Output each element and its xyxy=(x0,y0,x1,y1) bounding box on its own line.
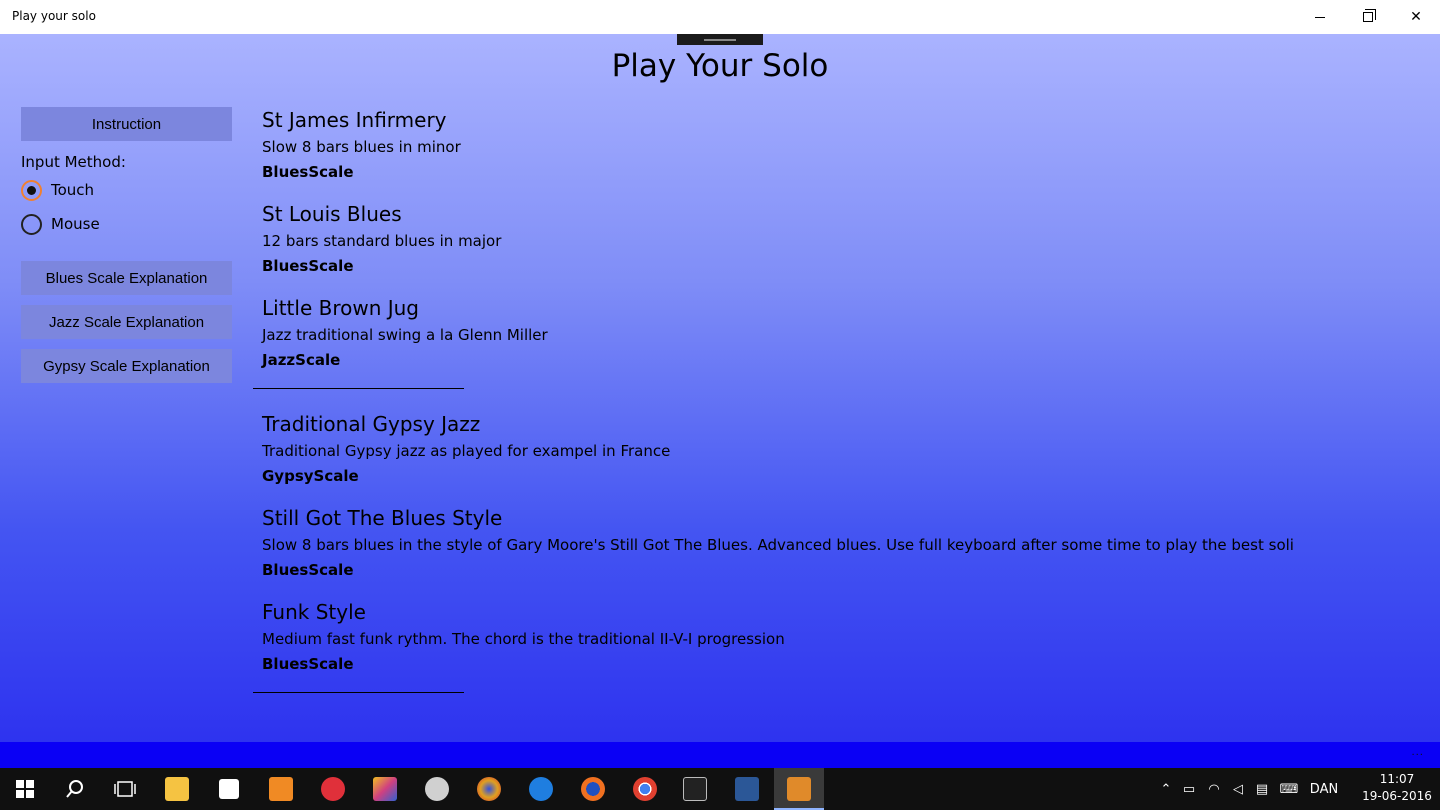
song-description: Jazz traditional swing a la Glenn Miller xyxy=(262,326,548,344)
color-app-icon[interactable] xyxy=(464,768,514,810)
close-icon: ✕ xyxy=(1410,9,1422,25)
song-item[interactable]: Funk Style Medium fast funk rythm. The c… xyxy=(262,598,785,675)
radio-touch[interactable]: Touch xyxy=(21,178,94,202)
firefox-icon[interactable] xyxy=(568,768,618,810)
song-title: Still Got The Blues Style xyxy=(262,506,503,530)
page-title: Play Your Solo xyxy=(611,48,829,84)
song-item[interactable]: Little Brown Jug Jazz traditional swing … xyxy=(262,294,548,371)
restore-button[interactable] xyxy=(1344,0,1392,34)
song-description: Traditional Gypsy jazz as played for exa… xyxy=(262,442,671,460)
app-red-icon[interactable] xyxy=(308,768,358,810)
song-item[interactable]: St Louis Blues 12 bars standard blues in… xyxy=(262,200,501,277)
song-scale: BluesScale xyxy=(262,257,354,275)
song-title: St James Infirmery xyxy=(262,108,447,132)
volume-icon[interactable]: ◁ xyxy=(1226,782,1250,797)
song-title: St Louis Blues xyxy=(262,202,402,226)
song-title: Funk Style xyxy=(262,600,366,624)
divider xyxy=(253,388,464,389)
clock[interactable]: 11:07 19-06-2016 xyxy=(1362,771,1432,805)
grip-icon xyxy=(704,39,736,41)
song-scale: BluesScale xyxy=(262,163,354,181)
jazz-scale-explanation-button[interactable]: Jazz Scale Explanation xyxy=(21,305,232,339)
close-button[interactable]: ✕ xyxy=(1392,0,1440,34)
app-content: Play Your Solo Instruction Input Method:… xyxy=(0,34,1440,742)
song-title: Little Brown Jug xyxy=(262,296,420,320)
clock-date: 19-06-2016 xyxy=(1362,789,1432,803)
divider xyxy=(253,692,464,693)
edge-icon[interactable] xyxy=(516,768,566,810)
drag-handle[interactable] xyxy=(677,34,763,45)
title-bar: Play your solo ✕ xyxy=(0,0,1440,34)
minimize-button[interactable] xyxy=(1296,0,1344,34)
window-title: Play your solo xyxy=(12,9,96,23)
play-your-solo-icon[interactable] xyxy=(774,768,824,810)
radio-checked-icon[interactable] xyxy=(21,179,42,201)
song-description: Slow 8 bars blues in minor xyxy=(262,138,461,156)
media-player-icon[interactable] xyxy=(256,768,306,810)
wifi-icon[interactable]: ◠ xyxy=(1202,782,1226,797)
file-explorer-icon[interactable] xyxy=(152,768,202,810)
store-icon[interactable] xyxy=(204,768,254,810)
radio-unchecked-icon[interactable] xyxy=(21,213,42,235)
instruction-button[interactable]: Instruction xyxy=(21,107,232,141)
notification-icon[interactable]: ▤ xyxy=(1250,782,1274,797)
snipping-icon[interactable] xyxy=(412,768,462,810)
song-description: Slow 8 bars blues in the style of Gary M… xyxy=(262,536,1294,554)
gypsy-scale-explanation-button[interactable]: Gypsy Scale Explanation xyxy=(21,349,232,383)
radio-touch-label: Touch xyxy=(51,181,95,199)
song-description: 12 bars standard blues in major xyxy=(262,232,502,250)
restore-icon xyxy=(1363,9,1376,22)
more-options-icon[interactable]: ... xyxy=(1411,747,1424,758)
radio-mouse-label: Mouse xyxy=(51,215,100,233)
song-title: Traditional Gypsy Jazz xyxy=(262,412,481,436)
clock-time: 11:07 xyxy=(1379,772,1415,786)
song-scale: JazzScale xyxy=(262,351,341,369)
song-scale: BluesScale xyxy=(262,655,354,673)
song-scale: GypsyScale xyxy=(262,467,359,485)
radio-mouse[interactable]: Mouse xyxy=(21,212,100,236)
song-item[interactable]: Still Got The Blues Style Slow 8 bars bl… xyxy=(262,504,1294,581)
cmd-icon[interactable] xyxy=(670,768,720,810)
blues-scale-explanation-button[interactable]: Blues Scale Explanation xyxy=(21,261,232,295)
search-icon[interactable] xyxy=(50,768,100,810)
system-tray: ⌃ ▭ ◠ ◁ ▤ ⌨ DAN xyxy=(1156,768,1356,810)
minimize-icon xyxy=(1315,16,1325,18)
language-indicator[interactable]: DAN xyxy=(1304,782,1344,797)
task-view-icon[interactable] xyxy=(100,768,150,810)
input-method-label: Input Method: xyxy=(21,153,126,171)
windows-start-icon[interactable] xyxy=(0,768,50,810)
word-icon[interactable] xyxy=(722,768,772,810)
battery-icon[interactable]: ▭ xyxy=(1176,782,1202,797)
chevron-up-icon[interactable]: ⌃ xyxy=(1156,782,1176,797)
song-scale: BluesScale xyxy=(262,561,354,579)
paint-icon[interactable] xyxy=(360,768,410,810)
song-item[interactable]: Traditional Gypsy Jazz Traditional Gypsy… xyxy=(262,410,670,487)
taskbar: ⌃ ▭ ◠ ◁ ▤ ⌨ DAN 11:07 19-06-2016 xyxy=(0,768,1440,810)
keyboard-icon[interactable]: ⌨ xyxy=(1274,782,1304,797)
app-bar: ... xyxy=(0,742,1440,768)
chrome-icon[interactable] xyxy=(620,768,670,810)
song-description: Medium fast funk rythm. The chord is the… xyxy=(262,630,785,648)
song-item[interactable]: St James Infirmery Slow 8 bars blues in … xyxy=(262,106,461,183)
